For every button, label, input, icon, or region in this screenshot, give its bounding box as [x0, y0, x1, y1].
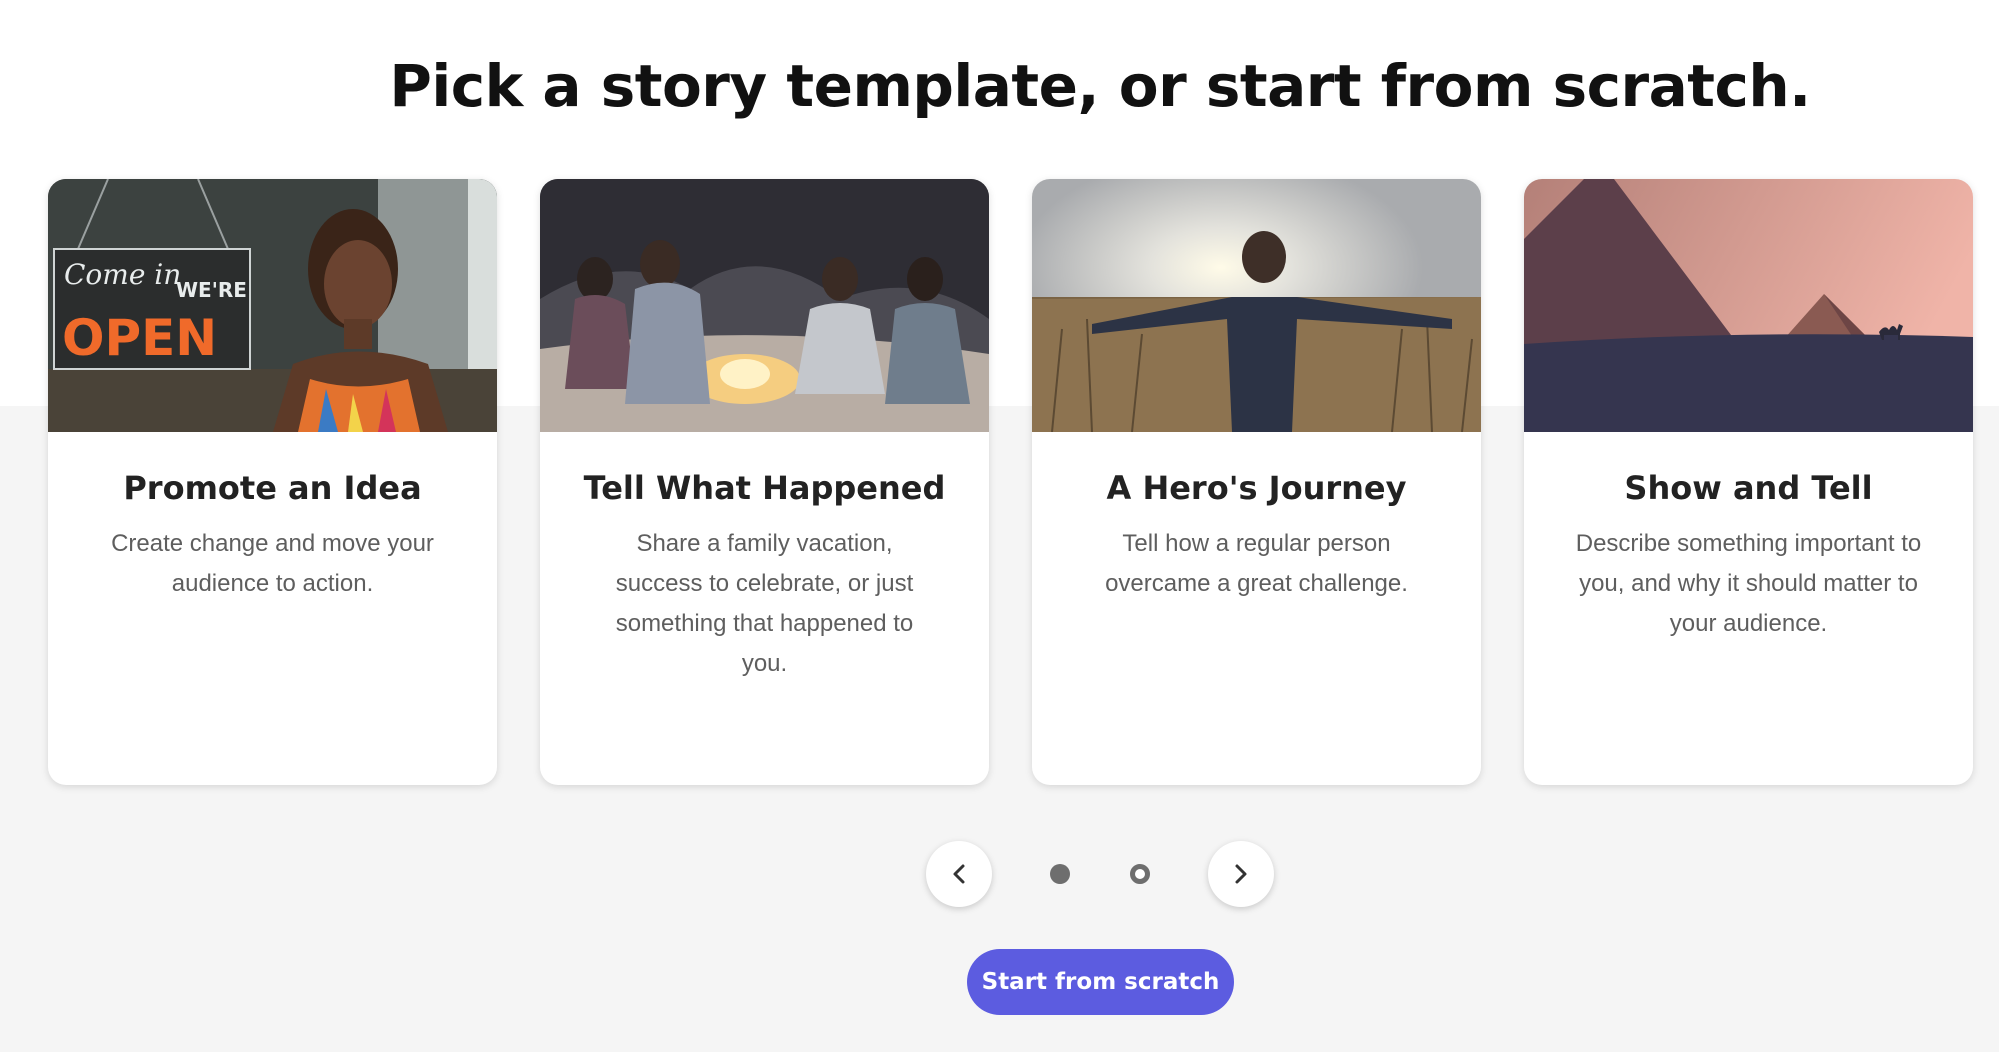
- card-title: Promote an Idea: [123, 469, 422, 507]
- card-title: A Hero's Journey: [1106, 469, 1407, 507]
- card-title: Tell What Happened: [583, 469, 946, 507]
- card-image-campfire: [540, 179, 989, 432]
- card-image-wheat-field: [1032, 179, 1481, 432]
- carousel-next-button[interactable]: [1208, 841, 1274, 907]
- start-from-scratch-button[interactable]: Start from scratch: [967, 949, 1234, 1015]
- template-card-promote-an-idea[interactable]: Come in WE'RE OPEN Promote an Idea Creat…: [48, 179, 497, 785]
- card-image-open-sign: Come in WE'RE OPEN: [48, 179, 497, 432]
- svg-text:Come in: Come in: [64, 258, 181, 291]
- chevron-left-icon: [953, 864, 965, 884]
- card-description: Create change and move your audience to …: [111, 530, 434, 597]
- chevron-right-icon: [1235, 864, 1247, 884]
- svg-text:OPEN: OPEN: [62, 309, 217, 367]
- card-description: Share a family vacation, success to cele…: [615, 530, 914, 677]
- card-description: Describe something important to you, and…: [1575, 530, 1922, 637]
- page-title: Pick a story template, or start from scr…: [389, 52, 1811, 120]
- carousel-dot-2[interactable]: [1130, 864, 1150, 884]
- card-image-pyramids: [1524, 179, 1973, 432]
- card-title: Show and Tell: [1624, 469, 1873, 507]
- template-card-show-and-tell[interactable]: Show and Tell Describe something importa…: [1524, 179, 1973, 785]
- svg-text:WE'RE: WE'RE: [176, 278, 247, 302]
- template-card-tell-what-happened[interactable]: Tell What Happened Share a family vacati…: [540, 179, 989, 785]
- carousel-dot-1[interactable]: [1050, 864, 1070, 884]
- card-description: Tell how a regular person overcame a gre…: [1105, 530, 1408, 597]
- carousel-prev-button[interactable]: [926, 841, 992, 907]
- template-card-a-heros-journey[interactable]: A Hero's Journey Tell how a regular pers…: [1032, 179, 1481, 785]
